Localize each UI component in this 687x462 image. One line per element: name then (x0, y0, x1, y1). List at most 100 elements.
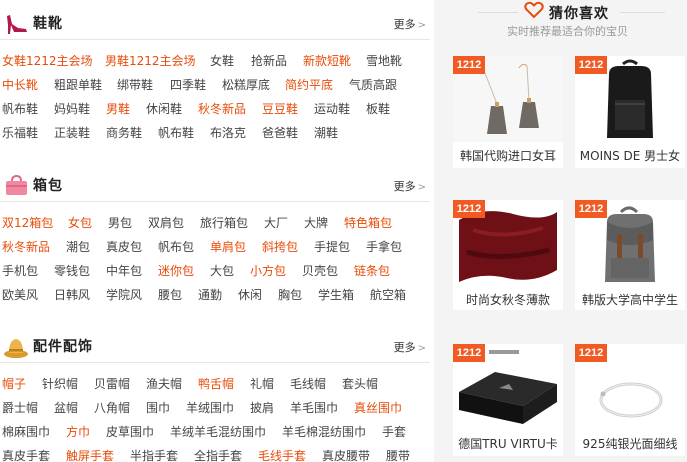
category-link[interactable]: 真丝围巾 (354, 401, 402, 415)
category-link[interactable]: 松糕厚底 (222, 78, 270, 92)
category-link[interactable]: 气质高跟 (349, 78, 397, 92)
category-link[interactable]: 帆布鞋 (158, 126, 194, 140)
category-link[interactable]: 日韩风 (54, 288, 90, 302)
category-link[interactable]: 商务鞋 (106, 126, 142, 140)
product-card[interactable]: 1212 时尚女秋冬薄款 (453, 200, 563, 310)
category-link[interactable]: 抢新品 (251, 54, 287, 68)
category-link[interactable]: 正装鞋 (54, 126, 90, 140)
category-link[interactable]: 八角帽 (94, 401, 130, 415)
category-link[interactable]: 休闲 (238, 288, 262, 302)
category-link[interactable]: 布洛克 (210, 126, 246, 140)
category-link[interactable]: 套头帽 (342, 377, 378, 391)
category-link[interactable]: 爸爸鞋 (262, 126, 298, 140)
category-link[interactable]: 腰包 (158, 288, 182, 302)
category-link[interactable]: 粗跟单鞋 (54, 78, 102, 92)
category-link[interactable]: 航空箱 (370, 288, 406, 302)
category-link[interactable]: 手机包 (2, 264, 38, 278)
category-link[interactable]: 帆布包 (158, 240, 194, 254)
category-link[interactable]: 旅行箱包 (200, 216, 248, 230)
category-link[interactable]: 女鞋1212主会场 (2, 54, 93, 68)
category-link[interactable]: 小方包 (250, 264, 286, 278)
category-link[interactable]: 胸包 (278, 288, 302, 302)
category-link[interactable]: 真皮腰带 (322, 449, 370, 462)
category-link[interactable]: 中年包 (106, 264, 142, 278)
category-link[interactable]: 毛线手套 (258, 449, 306, 462)
category-link[interactable]: 披肩 (250, 401, 274, 415)
category-link[interactable]: 学生箱 (318, 288, 354, 302)
category-link[interactable]: 方巾 (66, 425, 90, 439)
category-link[interactable]: 真皮包 (106, 240, 142, 254)
category-link[interactable]: 中长靴 (2, 78, 38, 92)
category-link[interactable]: 手拿包 (366, 240, 402, 254)
category-link[interactable]: 爵士帽 (2, 401, 38, 415)
category-link[interactable]: 潮包 (66, 240, 90, 254)
category-link[interactable]: 乐福鞋 (2, 126, 38, 140)
category-link[interactable]: 妈妈鞋 (54, 102, 90, 116)
category-link[interactable]: 鸭舌帽 (198, 377, 234, 391)
category-link[interactable]: 运动鞋 (314, 102, 350, 116)
category-link[interactable]: 休闲鞋 (146, 102, 182, 116)
category-link[interactable]: 链条包 (354, 264, 390, 278)
product-card[interactable]: 1212 韩国代购进口女耳 (453, 56, 563, 168)
category-link[interactable]: 渔夫帽 (146, 377, 182, 391)
category-link[interactable]: 手提包 (314, 240, 350, 254)
category-link[interactable]: 贝雷帽 (94, 377, 130, 391)
shoes-more-link[interactable]: 更多 > (394, 18, 426, 33)
category-link[interactable]: 零钱包 (54, 264, 90, 278)
category-link[interactable]: 板鞋 (366, 102, 390, 116)
category-link[interactable]: 腰带 (386, 449, 410, 462)
category-link[interactable]: 迷你包 (158, 264, 194, 278)
category-link[interactable]: 半指手套 (130, 449, 178, 462)
category-link[interactable]: 大厂 (264, 216, 288, 230)
category-link[interactable]: 贝壳包 (302, 264, 338, 278)
category-link[interactable]: 女鞋 (210, 54, 234, 68)
category-link[interactable]: 手套 (382, 425, 406, 439)
category-link[interactable]: 新款短靴 (303, 54, 351, 68)
category-link[interactable]: 羊绒羊毛混纺围巾 (170, 425, 266, 439)
category-link[interactable]: 帆布鞋 (2, 102, 38, 116)
category-link[interactable]: 雪地靴 (366, 54, 402, 68)
category-link[interactable]: 学院风 (106, 288, 142, 302)
category-link[interactable]: 围巾 (146, 401, 170, 415)
category-link[interactable]: 触屏手套 (66, 449, 114, 462)
category-link[interactable]: 双肩包 (148, 216, 184, 230)
category-link[interactable]: 帽子 (2, 377, 26, 391)
category-link[interactable]: 男鞋1212主会场 (105, 54, 196, 68)
category-link[interactable]: 双12箱包 (2, 216, 53, 230)
category-link[interactable]: 秋冬新品 (2, 240, 50, 254)
product-card[interactable]: 1212 德国TRU VIRTU卡 (453, 344, 563, 456)
divider (620, 12, 665, 13)
product-card[interactable]: 1212 925纯银光面细线 (575, 344, 685, 456)
category-link[interactable]: 大牌 (304, 216, 328, 230)
category-link[interactable]: 羊绒围巾 (186, 401, 234, 415)
category-link[interactable]: 单肩包 (210, 240, 246, 254)
category-link[interactable]: 羊毛棉混纺围巾 (282, 425, 366, 439)
category-link[interactable]: 四季鞋 (170, 78, 206, 92)
category-link[interactable]: 毛线帽 (290, 377, 326, 391)
category-link[interactable]: 欧美风 (2, 288, 38, 302)
category-link[interactable]: 斜挎包 (262, 240, 298, 254)
category-link[interactable]: 盆帽 (54, 401, 78, 415)
category-link[interactable]: 特色箱包 (344, 216, 392, 230)
category-link[interactable]: 棉麻围巾 (2, 425, 50, 439)
category-link[interactable]: 绑带鞋 (117, 78, 153, 92)
category-link[interactable]: 羊毛围巾 (290, 401, 338, 415)
category-link[interactable]: 潮鞋 (314, 126, 338, 140)
product-card[interactable]: 1212 韩版大学高中学生 (575, 200, 685, 310)
category-link[interactable]: 豆豆鞋 (262, 102, 298, 116)
category-link[interactable]: 礼帽 (250, 377, 274, 391)
category-link[interactable]: 女包 (68, 216, 92, 230)
bags-more-link[interactable]: 更多 > (394, 180, 426, 195)
product-card[interactable]: 1212 MOINS DE 男士女 (575, 56, 685, 168)
category-link[interactable]: 全指手套 (194, 449, 242, 462)
category-link[interactable]: 针织帽 (42, 377, 78, 391)
category-link[interactable]: 简约平底 (285, 78, 333, 92)
category-link[interactable]: 真皮手套 (2, 449, 50, 462)
category-link[interactable]: 通勤 (198, 288, 222, 302)
category-link[interactable]: 大包 (210, 264, 234, 278)
category-link[interactable]: 秋冬新品 (198, 102, 246, 116)
category-link[interactable]: 男鞋 (106, 102, 130, 116)
category-link[interactable]: 皮草围巾 (106, 425, 154, 439)
category-link[interactable]: 男包 (108, 216, 132, 230)
accessories-more-link[interactable]: 更多 > (394, 341, 426, 356)
